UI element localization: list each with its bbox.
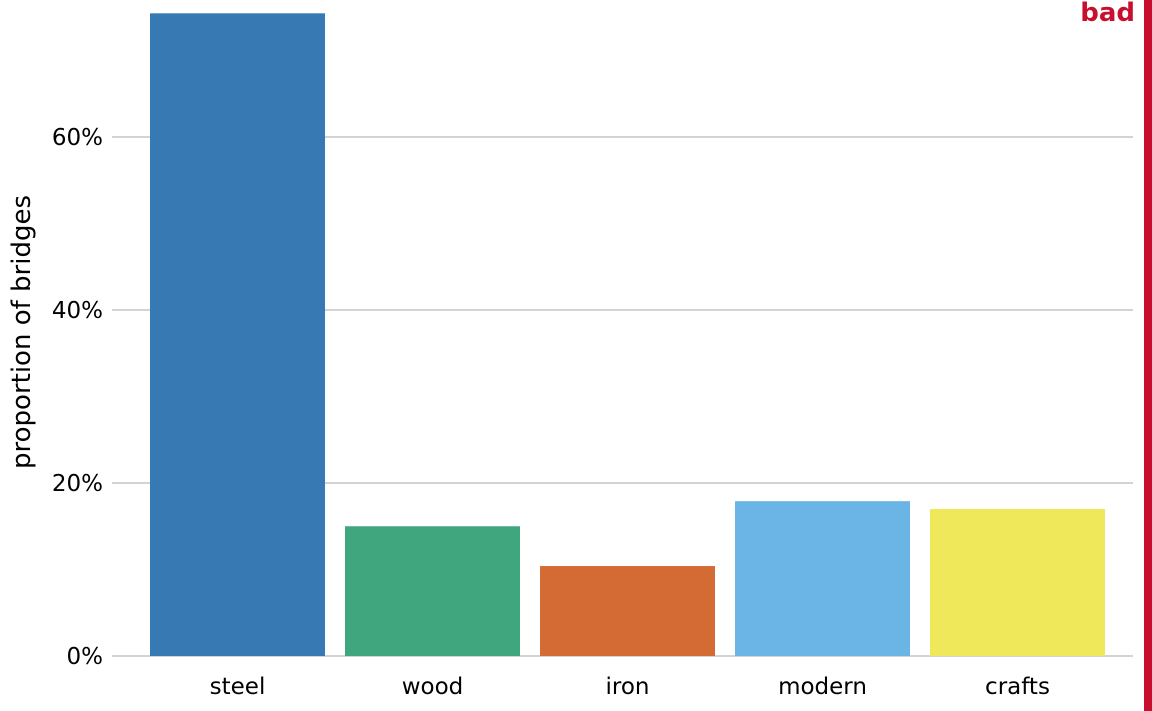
x-tick-label: iron bbox=[606, 674, 650, 700]
y-tick-label: 40% bbox=[52, 298, 103, 324]
x-tick-label: steel bbox=[210, 674, 266, 700]
x-tick-label: crafts bbox=[985, 674, 1050, 700]
y-tick-label: 0% bbox=[67, 644, 104, 670]
x-axis-ticks: steel wood iron modern crafts bbox=[210, 674, 1050, 700]
bars bbox=[150, 13, 1105, 657]
y-tick-label: 60% bbox=[52, 125, 103, 151]
y-axis-ticks: 0% 20% 40% 60% bbox=[52, 125, 103, 670]
bar-iron bbox=[540, 566, 715, 656]
bar-wood bbox=[345, 526, 520, 656]
y-tick-label: 20% bbox=[52, 471, 103, 497]
bar-crafts bbox=[930, 508, 1105, 656]
verdict-badge: bad bbox=[1080, 0, 1135, 28]
x-tick-label: wood bbox=[402, 674, 464, 700]
y-axis-title: proportion of bridges bbox=[7, 195, 37, 469]
bar-modern bbox=[735, 501, 910, 656]
bar-chart: 0% 20% 40% 60% steel wood iron modern crafts pr… bbox=[7, 13, 1133, 700]
bar-steel bbox=[150, 13, 325, 657]
x-tick-label: modern bbox=[778, 674, 867, 700]
red-margin-rule bbox=[1144, 0, 1152, 711]
